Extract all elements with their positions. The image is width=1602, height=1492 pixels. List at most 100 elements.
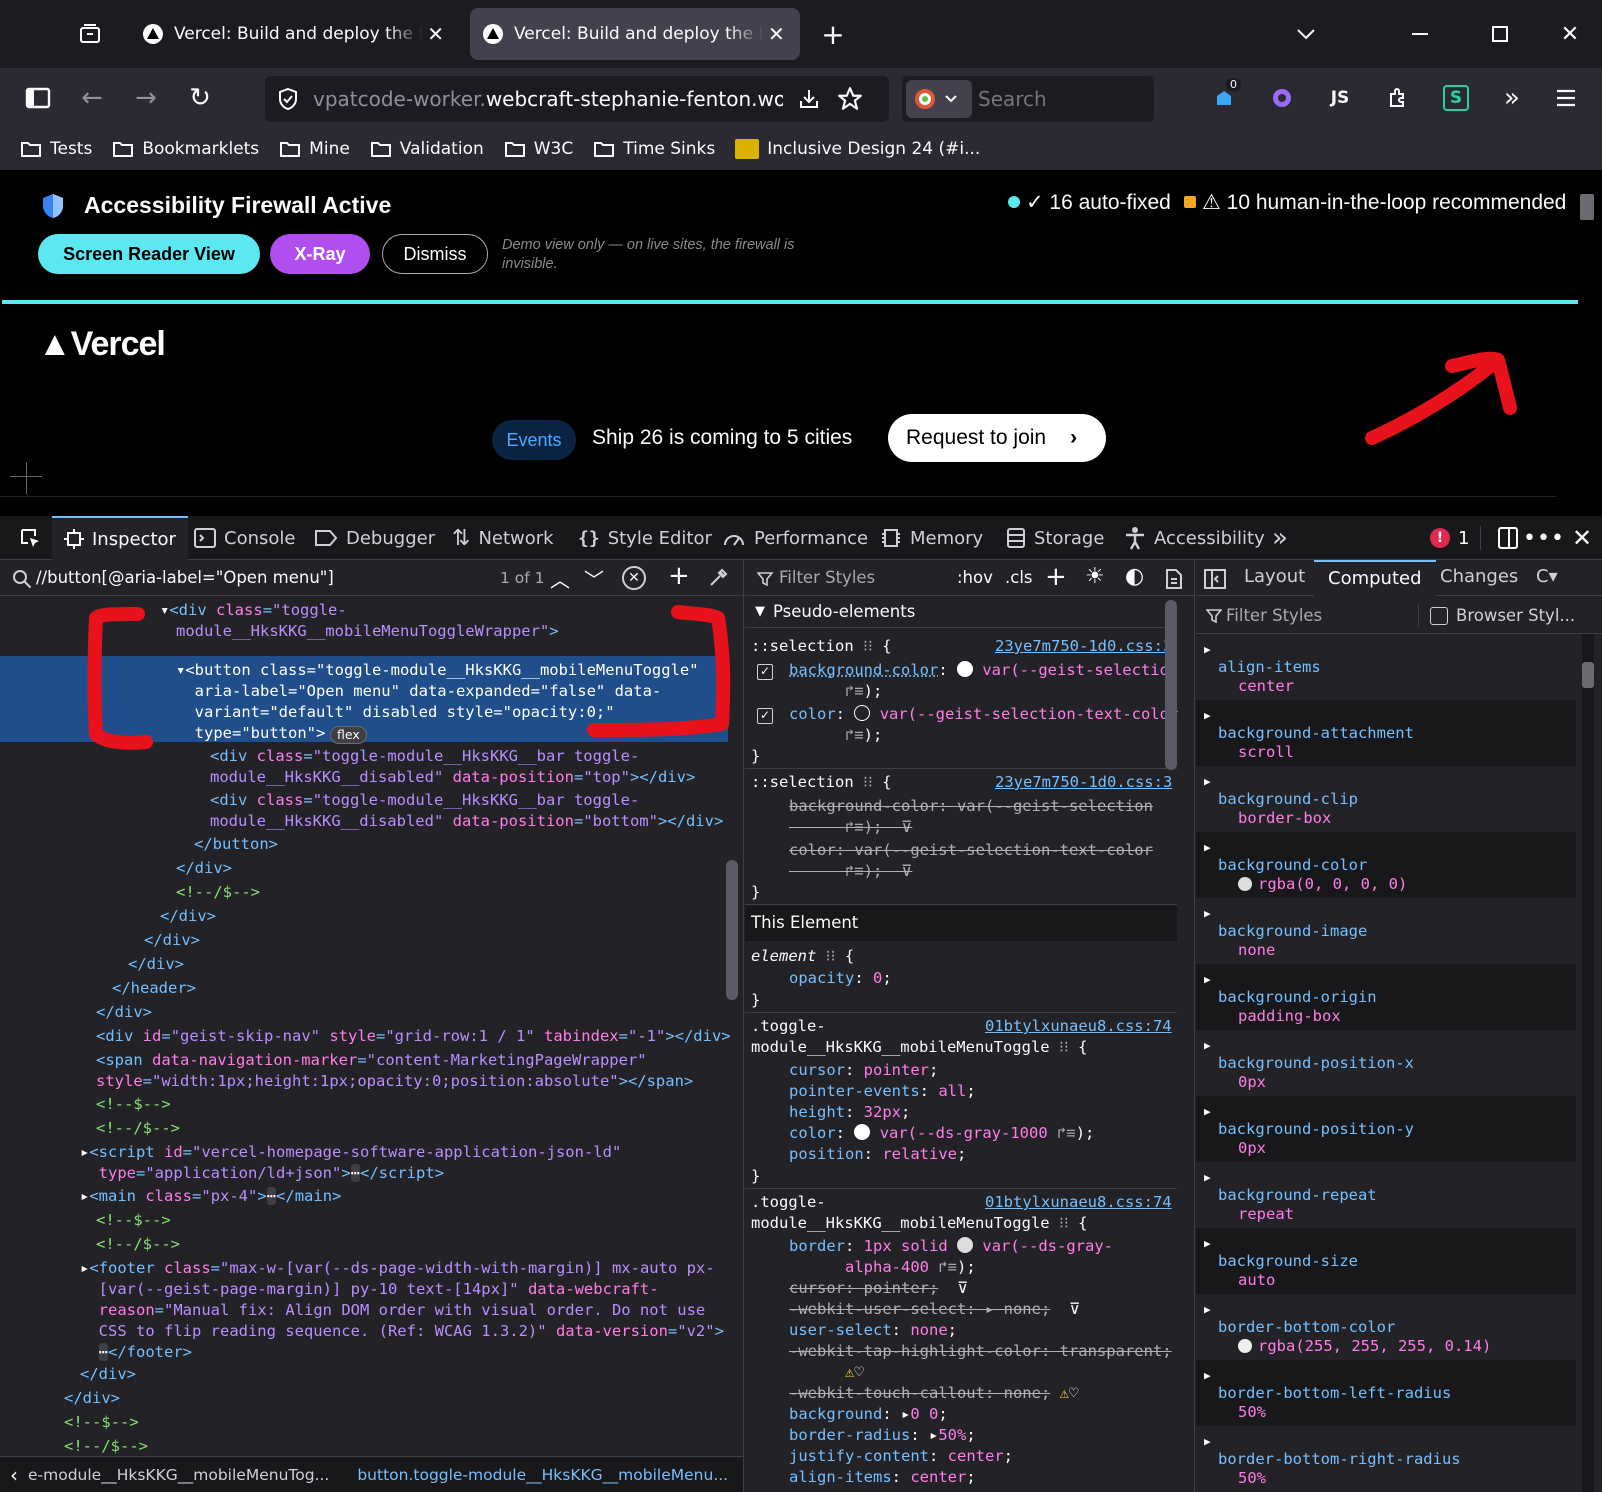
light-scheme-sun-icon[interactable]: ☀ [1085, 564, 1105, 589]
search-next-icon[interactable]: ﹀ [584, 564, 604, 593]
hamburger-menu-icon[interactable] [1548, 80, 1584, 116]
bookmark-folder[interactable]: Mine [279, 139, 350, 159]
css-declaration[interactable]: color: var(--geist-selection-text-color … [789, 704, 1178, 746]
markup-line[interactable]: <!--$--> [64, 1412, 139, 1433]
print-media-icon[interactable] [1165, 568, 1183, 590]
css-overridden-declaration[interactable]: background-color: var(--geist-selection … [789, 796, 1153, 838]
save-page-icon[interactable] [797, 87, 821, 111]
tab-storage[interactable]: Storage [1006, 516, 1104, 560]
request-to-join-button[interactable]: Request to join › [888, 414, 1106, 462]
class-toggle-button[interactable]: .cls [1005, 568, 1033, 587]
rules-filter-input[interactable]: Filter Styles [779, 568, 875, 587]
css-source-link[interactable]: 01btylxunaeu8.css:74 [985, 1016, 1172, 1037]
markup-line[interactable]: ▸<main class="px-4">⋯</main> [80, 1186, 341, 1207]
computed-property[interactable]: ▶ background-color rgba(0, 0, 0, 0) [1196, 832, 1576, 898]
search-engine-selector[interactable] [906, 80, 972, 118]
computed-property[interactable]: ▶ background-repeat repeat [1196, 1162, 1576, 1228]
tab-inspector[interactable]: Inspector [52, 516, 188, 560]
xray-button[interactable]: X-Ray [270, 234, 370, 274]
computed-property[interactable]: ▶ align-items center [1196, 634, 1576, 700]
tab-style-editor[interactable]: {} Style Editor [578, 516, 712, 560]
markup-line[interactable]: <span data-navigation-marker="content-Ma… [96, 1050, 693, 1092]
tab-memory[interactable]: Memory [880, 516, 983, 560]
css-declaration[interactable]: background-color: var(--geist-selection … [789, 660, 1178, 702]
css-rule[interactable]: element ⁝⁝ { [751, 946, 854, 967]
url-bar[interactable]: vpatcode-worker.webcraft-stephanie-fento… [265, 76, 889, 122]
hover-toggle-button[interactable]: :hov [957, 568, 993, 587]
markup-line[interactable]: <!--/$--> [176, 882, 260, 903]
maximize-icon[interactable] [1482, 16, 1518, 52]
css-declarations[interactable]: border: 1px solid var(--ds-gray- alpha-4… [789, 1236, 1172, 1488]
minimize-icon[interactable] [1402, 16, 1438, 52]
close-window-icon[interactable]: ✕ [1552, 16, 1588, 52]
add-node-icon[interactable]: + [668, 561, 690, 591]
bookmark-folder[interactable]: Time Sinks [593, 139, 715, 159]
new-tab-button[interactable]: + [815, 16, 851, 52]
close-tab-icon[interactable]: ✕ [427, 22, 444, 46]
tab-console[interactable]: Console [194, 516, 295, 560]
computed-property[interactable]: ▶ border-bottom-left-radius 50% [1196, 1360, 1576, 1426]
tab-debugger[interactable]: Debugger [314, 516, 435, 560]
markup-line[interactable]: <div class="toggle-module__HksKKG__bar t… [210, 790, 723, 832]
shield-icon[interactable] [277, 87, 299, 111]
bookmark-folder[interactable]: W3C [504, 139, 573, 159]
markup-line[interactable]: ▸<footer class="max-w-[var(--ds-page-wid… [80, 1258, 724, 1363]
tab-performance[interactable]: Performance [722, 516, 868, 560]
markup-search-input[interactable]: //button[@aria-label="Open menu"] [36, 568, 334, 587]
css-source-link[interactable]: 23ye7m750-1d0.css:3 [995, 636, 1172, 657]
markup-line[interactable]: </div> [176, 858, 232, 879]
computed-property[interactable]: ▶ background-position-y 0px [1196, 1096, 1576, 1162]
bookmark-star-icon[interactable] [837, 86, 863, 112]
bookmark-folder[interactable]: Tests [20, 139, 92, 159]
tab-computed[interactable]: Computed [1314, 560, 1436, 596]
toggle-pane-icon[interactable] [1204, 569, 1226, 589]
computed-property[interactable]: ▶ border-bottom-color rgba(255, 255, 255, … [1196, 1294, 1576, 1360]
forward-icon[interactable]: → [128, 80, 164, 116]
computed-property[interactable]: ▶ background-origin padding-box [1196, 964, 1576, 1030]
dark-scheme-icon[interactable]: ◐ [1125, 564, 1144, 589]
markup-line[interactable]: </div> [128, 954, 184, 975]
element-picker-icon[interactable] [12, 520, 48, 556]
markup-scrollbar[interactable] [726, 860, 738, 1000]
close-devtools-icon[interactable]: ✕ [1564, 520, 1600, 556]
breadcrumb-left-icon[interactable]: ‹ [10, 1463, 18, 1487]
browser-tab-1[interactable]: Vercel: Build and deploy the best web ex… [130, 8, 456, 60]
extension-badge-icon[interactable]: 0 [1206, 78, 1242, 116]
tab-layout[interactable]: Layout [1244, 566, 1305, 587]
tab-network[interactable]: ⇅ Network [452, 516, 554, 560]
markup-line[interactable]: </div> [160, 906, 216, 927]
tab-manager-icon[interactable] [72, 16, 108, 52]
browser-styles-checkbox[interactable] [1430, 607, 1448, 625]
bookmark-folder[interactable]: Validation [370, 139, 484, 159]
markup-line[interactable]: <!--$--> [96, 1210, 171, 1231]
markup-line[interactable]: </div> [144, 930, 200, 951]
error-count-badge[interactable]: ! 1 [1430, 516, 1469, 560]
computed-property[interactable]: ▶ background-position-x 0px [1196, 1030, 1576, 1096]
overflow-menu-icon[interactable]: » [1494, 80, 1530, 116]
back-icon[interactable]: ← [74, 80, 110, 116]
css-rule[interactable]: ::selection ⁝⁝ { [751, 772, 892, 793]
responsive-design-icon[interactable] [1490, 520, 1526, 556]
markup-line[interactable]: </div> [80, 1364, 136, 1385]
sidebar-toggle-icon[interactable] [20, 80, 56, 116]
more-tools-chevron-icon[interactable]: » [1272, 516, 1288, 560]
css-overridden-declaration[interactable]: color: var(--geist-selection-text-color … [789, 840, 1153, 882]
browser-tab-2-active[interactable]: Vercel: Build and deploy the best web ex… [470, 8, 800, 60]
s-extension-icon[interactable]: S [1438, 80, 1474, 116]
clear-search-icon[interactable]: ✕ [622, 566, 646, 590]
list-all-tabs-icon[interactable] [1288, 16, 1324, 52]
markup-line[interactable]: ▸<script id="vercel-homepage-software-ap… [80, 1142, 621, 1184]
reload-icon[interactable]: ↻ [182, 80, 218, 116]
close-tab-icon[interactable]: ✕ [768, 22, 785, 46]
computed-property[interactable]: ▶ background-image none [1196, 898, 1576, 964]
page-scrollbar[interactable] [1580, 194, 1594, 220]
tab-changes[interactable]: Changes [1440, 566, 1518, 587]
property-checkbox[interactable]: ✓ [757, 664, 773, 680]
screen-reader-view-button[interactable]: Screen Reader View [38, 234, 260, 274]
computed-filter-input[interactable]: Filter Styles [1226, 606, 1322, 625]
breadcrumb-item-active[interactable]: button.toggle-module__HksKKG__mobileMenu… [357, 1466, 728, 1484]
property-checkbox[interactable]: ✓ [757, 708, 773, 724]
css-declaration[interactable]: opacity: 0; [789, 968, 892, 989]
markup-line[interactable]: </div> [96, 1002, 152, 1023]
markup-line[interactable]: </button> [194, 834, 278, 855]
